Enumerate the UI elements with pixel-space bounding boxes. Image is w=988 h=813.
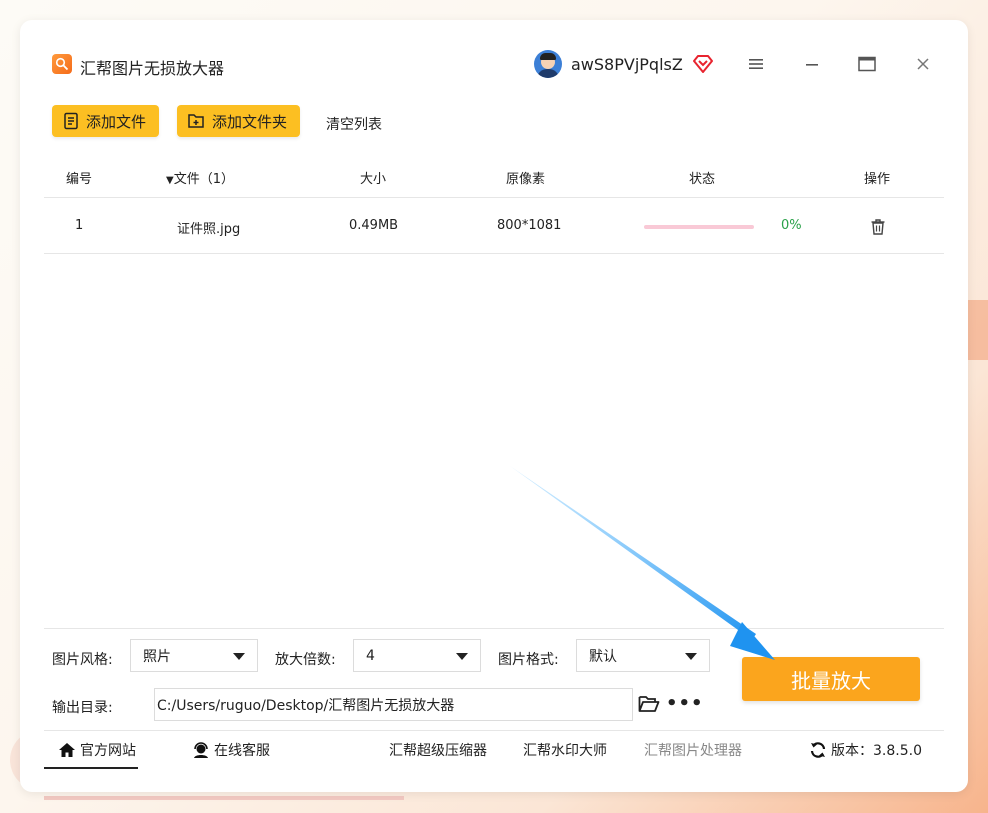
style-label: 图片风格: <box>52 652 113 668</box>
folder-add-icon <box>188 114 204 128</box>
folder-open-icon[interactable] <box>638 695 660 713</box>
scale-value: 4 <box>366 647 375 664</box>
header-size: 大小 <box>360 172 387 187</box>
style-value: 照片 <box>143 648 171 665</box>
add-folder-label: 添加文件夹 <box>212 112 288 131</box>
format-select[interactable]: 默认 <box>576 639 710 672</box>
version-label: 版本：3.8.5.0 <box>831 743 922 759</box>
vip-diamond-icon[interactable] <box>692 53 714 75</box>
chevron-down-icon <box>685 653 697 660</box>
row-file-size: 0.49MB <box>349 218 399 233</box>
close-icon[interactable] <box>909 50 937 78</box>
chevron-down-icon <box>233 653 245 660</box>
row-progress-bar <box>644 225 754 229</box>
add-file-label: 添加文件 <box>86 112 147 131</box>
row-index: 1 <box>75 218 84 233</box>
format-label: 图片格式: <box>498 652 559 668</box>
chevron-down-icon <box>456 653 468 660</box>
refresh-icon <box>810 742 826 758</box>
watermark-link[interactable]: 汇帮水印大师 <box>523 740 607 760</box>
output-label: 输出目录: <box>52 700 113 716</box>
username[interactable]: awS8PVjPqlsZ <box>571 55 683 74</box>
active-tab-underline <box>44 767 138 769</box>
processor-link[interactable]: 汇帮图片处理器 <box>644 740 742 760</box>
header-file[interactable]: ▼文件（1） <box>166 168 234 187</box>
app-title: 汇帮图片无损放大器 <box>80 59 225 78</box>
row-progress-text: 0% <box>781 218 802 233</box>
row-file-name: 证件照.jpg <box>177 222 241 237</box>
clear-list-button[interactable]: 清空列表 <box>326 114 382 134</box>
table-row[interactable]: 1 证件照.jpg 0.49MB 800*1081 0% <box>44 199 944 254</box>
output-path-input[interactable] <box>154 688 633 721</box>
menu-icon[interactable] <box>742 50 770 78</box>
customer-service-icon <box>194 741 208 758</box>
style-select[interactable]: 照片 <box>130 639 258 672</box>
header-index: 编号 <box>66 172 93 187</box>
more-options-icon[interactable]: ••• <box>666 693 704 714</box>
batch-enlarge-button[interactable]: 批量放大 <box>742 657 920 701</box>
home-icon <box>59 743 75 757</box>
official-website-label: 官方网站 <box>80 743 136 759</box>
header-status: 状态 <box>689 172 716 187</box>
app-logo-icon <box>52 54 72 74</box>
footer-bar: 官方网站 在线客服 汇帮超级压缩器 汇帮水印大师 汇帮图片处理器 版本：3.8.… <box>44 730 944 770</box>
file-table-header: 编号 ▼文件（1） 大小 原像素 状态 操作 <box>44 154 944 198</box>
user-avatar[interactable] <box>534 50 562 78</box>
background-line <box>44 796 404 800</box>
sort-down-icon: ▼ <box>166 175 174 186</box>
scale-select[interactable]: 4 <box>353 639 481 672</box>
header-action: 操作 <box>864 172 891 187</box>
row-pixels: 800*1081 <box>497 218 562 233</box>
title-bar: 汇帮图片无损放大器 awS8PVjPqlsZ <box>20 20 968 86</box>
scale-label: 放大倍数: <box>275 652 336 668</box>
official-website-link[interactable]: 官方网站 <box>58 740 136 760</box>
app-window: 汇帮图片无损放大器 awS8PVjPqlsZ 添加文件 添加文件夹 清空列表 编… <box>20 20 968 792</box>
delete-icon[interactable] <box>870 218 886 236</box>
format-value: 默认 <box>589 648 617 665</box>
header-pixels: 原像素 <box>506 172 546 187</box>
file-icon <box>64 112 78 130</box>
maximize-icon[interactable] <box>853 50 881 78</box>
version-info[interactable]: 版本：3.8.5.0 <box>809 740 922 760</box>
online-service-link[interactable]: 在线客服 <box>192 740 270 760</box>
add-file-button[interactable]: 添加文件 <box>52 105 159 137</box>
compressor-link[interactable]: 汇帮超级压缩器 <box>389 740 487 760</box>
minimize-icon[interactable] <box>798 50 826 78</box>
add-folder-button[interactable]: 添加文件夹 <box>177 105 300 137</box>
online-service-label: 在线客服 <box>214 743 270 759</box>
